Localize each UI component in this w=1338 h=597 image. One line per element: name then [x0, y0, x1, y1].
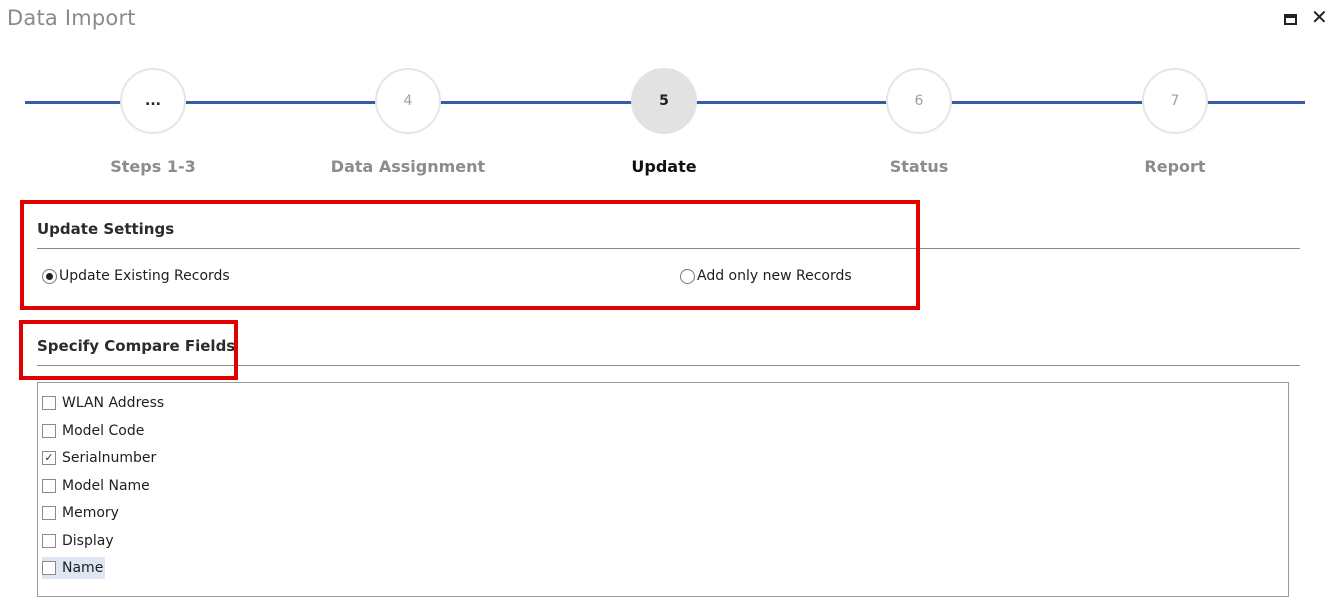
list-item-label: Memory: [62, 505, 119, 521]
checkbox-unchecked-icon[interactable]: [42, 506, 56, 520]
list-item-serialnumber[interactable]: ✓ Serialnumber: [42, 447, 158, 469]
step-number: 7: [1170, 93, 1180, 109]
list-item-label: Serialnumber: [62, 450, 157, 466]
checkbox-checked-icon[interactable]: ✓: [42, 451, 56, 465]
step-number: 6: [914, 93, 924, 109]
step-circle-update[interactable]: 5: [631, 68, 697, 134]
checkbox-unchecked-icon[interactable]: [42, 424, 56, 438]
step-circle-data-assignment[interactable]: 4: [375, 68, 441, 134]
compare-fields-list[interactable]: WLAN Address Model Code ✓ Serialnumber M…: [37, 382, 1289, 597]
list-item-label: WLAN Address: [62, 395, 165, 411]
list-item-model-code[interactable]: Model Code: [42, 420, 146, 442]
highlight-compare-fields: [19, 320, 238, 380]
step-label-report: Report: [1144, 157, 1206, 176]
window-title: Data Import: [7, 6, 136, 30]
close-icon[interactable]: ✕: [1311, 7, 1328, 27]
list-item-memory[interactable]: Memory: [42, 502, 121, 524]
checkbox-unchecked-icon[interactable]: [42, 479, 56, 493]
list-item-label: Model Code: [62, 423, 145, 439]
list-item-wlan-address[interactable]: WLAN Address: [42, 392, 166, 414]
list-item-display[interactable]: Display: [42, 530, 116, 552]
maximize-icon[interactable]: [1284, 14, 1297, 25]
step-label-update: Update: [631, 157, 697, 176]
step-number: 4: [403, 93, 413, 109]
checkbox-unchecked-icon[interactable]: [42, 534, 56, 548]
list-item-model-name[interactable]: Model Name: [42, 475, 152, 497]
checkbox-unchecked-icon[interactable]: [42, 396, 56, 410]
highlight-update-settings: [20, 200, 920, 310]
list-item-label: Name: [62, 560, 104, 576]
step-circle-status[interactable]: 6: [886, 68, 952, 134]
checkbox-unchecked-icon[interactable]: [42, 561, 56, 575]
step-circle-report[interactable]: 7: [1142, 68, 1208, 134]
step-label-data-assignment: Data Assignment: [330, 157, 486, 176]
step-number: ...: [145, 93, 161, 109]
step-label-status: Status: [889, 157, 949, 176]
list-item-label: Model Name: [62, 478, 150, 494]
step-number: 5: [659, 93, 669, 109]
step-label-steps-1-3: Steps 1-3: [110, 157, 196, 176]
list-item-label: Display: [62, 533, 114, 549]
list-item-name[interactable]: Name: [42, 557, 106, 579]
step-circle-steps-1-3[interactable]: ...: [120, 68, 186, 134]
